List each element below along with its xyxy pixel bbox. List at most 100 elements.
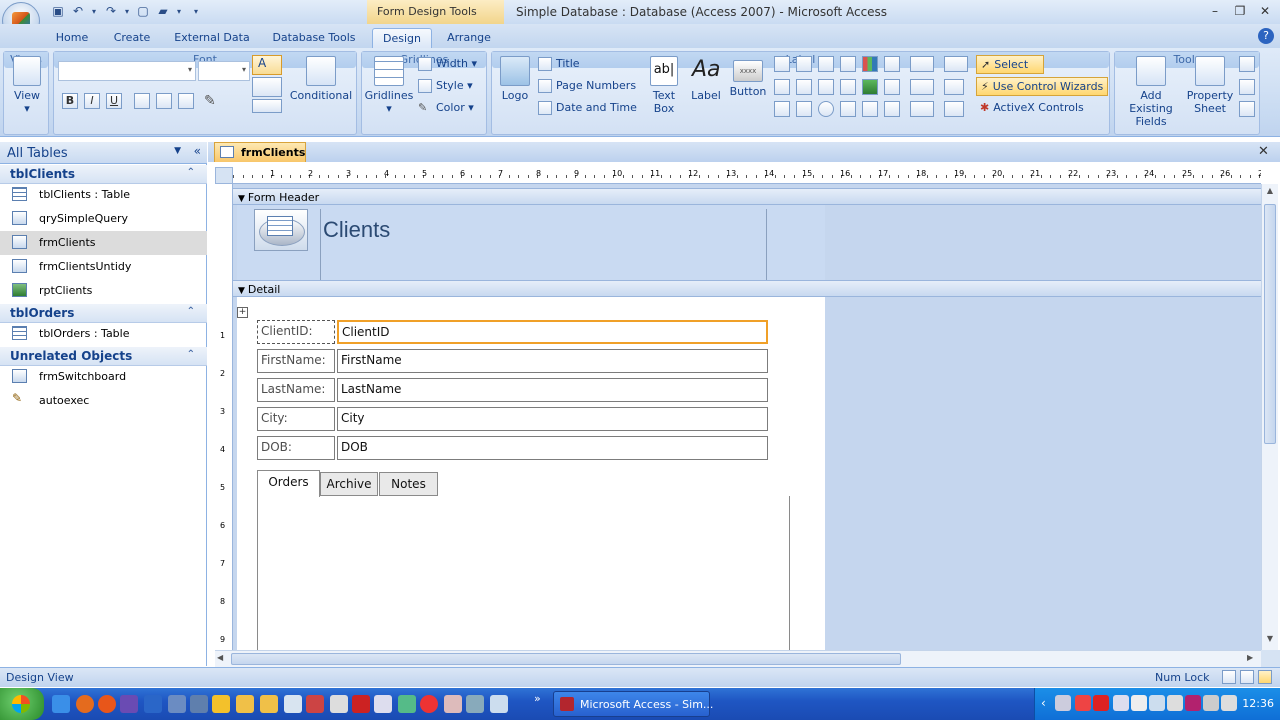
conditional-button[interactable]: Conditional <box>288 56 354 102</box>
network-tray-icon[interactable] <box>1203 695 1219 711</box>
date-time-button[interactable]: Date and Time <box>538 101 637 115</box>
chrome-icon[interactable] <box>420 695 438 713</box>
restore-button[interactable]: ❐ <box>1227 3 1253 19</box>
gridlines-button[interactable]: Gridlines ▾ <box>364 56 414 115</box>
align-left-button[interactable] <box>134 93 150 109</box>
tray-icon-1[interactable] <box>1055 695 1071 711</box>
tray-icon-7[interactable] <box>1185 695 1201 711</box>
text-box-button[interactable]: ab| Text Box <box>646 56 682 115</box>
scroll-left-icon[interactable]: ◀ <box>217 653 229 665</box>
line-color-button[interactable] <box>252 99 282 113</box>
visio-icon[interactable] <box>144 695 162 713</box>
underline-button[interactable]: U <box>106 93 122 109</box>
label-dob[interactable]: DOB: <box>257 436 335 460</box>
form-selector[interactable] <box>215 167 233 184</box>
folder-icon[interactable] <box>236 695 254 713</box>
star-icon[interactable] <box>212 695 230 713</box>
tray-icon-2[interactable] <box>1075 695 1091 711</box>
page-numbers-button[interactable]: Page Numbers <box>538 79 636 93</box>
tool-2-icon[interactable] <box>444 695 462 713</box>
nav-item-tblclients-table[interactable]: tblClients : Table <box>0 183 207 207</box>
align-center-button[interactable] <box>156 93 172 109</box>
open-dropdown-icon[interactable]: ▾ <box>171 7 187 23</box>
vertical-scrollbar[interactable]: ▲ ▼ <box>1261 184 1278 650</box>
bold-button[interactable]: B <box>62 93 78 109</box>
form-header-area[interactable]: Clients <box>237 205 825 280</box>
nav-item-qrysimplequery[interactable]: qrySimpleQuery <box>0 207 207 231</box>
minimize-button[interactable]: – <box>1202 3 1228 19</box>
insert-page-icon[interactable] <box>840 56 856 72</box>
tab-control-icon[interactable] <box>774 56 790 72</box>
label-lastname[interactable]: LastName: <box>257 378 335 402</box>
window-icon[interactable] <box>168 695 186 713</box>
font-color-button[interactable]: A <box>252 55 282 75</box>
use-control-wizards-button[interactable]: ⚡ Use Control Wizards <box>976 77 1108 96</box>
property-icon[interactable] <box>944 79 964 95</box>
tab-create[interactable]: Create <box>107 28 157 48</box>
collapse-icon[interactable]: ⌃ <box>187 349 195 360</box>
redo-dropdown-icon[interactable]: ▾ <box>119 7 135 23</box>
style-button[interactable]: Style ▾ <box>418 79 473 93</box>
subtab-orders[interactable]: Orders <box>257 470 320 497</box>
tab-database-tools[interactable]: Database Tools <box>266 28 362 48</box>
form-logo-image[interactable] <box>254 209 308 251</box>
tab-control-body[interactable] <box>257 496 790 650</box>
width-button[interactable]: Width ▾ <box>418 57 477 71</box>
nav-item-frmswitchboard[interactable]: frmSwitchboard <box>0 365 207 389</box>
nav-item-frmclientsuntidy[interactable]: frmClientsUntidy <box>0 255 207 279</box>
customize-qat-icon[interactable]: ▾ <box>188 7 204 23</box>
vertical-ruler[interactable]: 1 2 3 4 5 6 7 8 9 <box>215 184 233 650</box>
line-type-icon[interactable] <box>910 79 934 95</box>
nav-pane-header[interactable]: All Tables ▼ « <box>0 142 207 164</box>
list-box-icon[interactable] <box>774 79 790 95</box>
nav-group-tblorders[interactable]: tblOrders ⌃ <box>0 304 207 323</box>
tool-icon[interactable] <box>330 695 348 713</box>
label-button[interactable]: Aa Label <box>688 56 724 102</box>
new-file-icon[interactable]: ▢ <box>135 4 151 20</box>
redo-icon[interactable]: ↷ <box>103 4 119 20</box>
tab-design[interactable]: Design <box>372 28 432 48</box>
unbound-object-icon[interactable] <box>840 79 856 95</box>
tray-icon-5[interactable] <box>1149 695 1165 711</box>
horizontal-ruler[interactable]: 1 2 3 4 5 6 7 8 9 10 11 12 13 14 15 16 17 18 19 20 21 22 23 24 2… <box>233 167 1261 184</box>
line-color-icon[interactable] <box>910 101 934 117</box>
browser-icon[interactable] <box>98 695 116 713</box>
textbox-firstname[interactable]: FirstName <box>337 349 768 373</box>
layout-view-icon[interactable] <box>1240 670 1254 684</box>
rectangle-icon[interactable] <box>796 79 812 95</box>
vertical-scroll-thumb[interactable] <box>1264 204 1276 444</box>
tab-external-data[interactable]: External Data <box>168 28 256 48</box>
firefox-icon[interactable] <box>76 695 94 713</box>
fill-color-button[interactable] <box>252 77 282 97</box>
detail-section-bar[interactable]: ▼ Detail <box>233 280 1261 297</box>
subtab-notes[interactable]: Notes <box>379 472 438 496</box>
taskbar-item-access[interactable]: Microsoft Access - Sim... <box>553 691 713 717</box>
hyperlink-icon[interactable] <box>796 101 812 117</box>
tab-arrange[interactable]: Arrange <box>440 28 498 48</box>
network-icon[interactable] <box>398 695 416 713</box>
tray-icon-4[interactable] <box>1131 695 1147 711</box>
horizontal-scroll-thumb[interactable] <box>231 653 901 665</box>
property-sheet-button[interactable]: Property Sheet <box>1185 56 1235 115</box>
label-city[interactable]: City: <box>257 407 335 431</box>
form-view-icon[interactable] <box>1222 670 1236 684</box>
activex-controls-button[interactable]: ✱ ActiveX Controls <box>980 101 1084 114</box>
nav-item-frmclients[interactable]: frmClients <box>0 231 207 255</box>
horizontal-scrollbar[interactable]: ◀ ▶ <box>215 650 1261 667</box>
quicklaunch-more-icon[interactable]: » <box>534 692 541 705</box>
color-button[interactable]: ✎ Color ▾ <box>418 101 474 115</box>
toggle-icon[interactable] <box>818 56 834 72</box>
textbox-city[interactable]: City <box>337 407 768 431</box>
open-folder-icon[interactable]: ▰ <box>155 4 171 20</box>
app-icon[interactable] <box>190 695 208 713</box>
attachment-icon[interactable] <box>862 79 878 95</box>
scroll-right-icon[interactable]: ▶ <box>1247 653 1259 665</box>
document-icon[interactable] <box>284 695 302 713</box>
logo-button[interactable]: Logo <box>496 56 534 102</box>
shutter-bar-close-icon[interactable]: « <box>194 144 201 158</box>
settings-icon[interactable] <box>374 695 392 713</box>
tab-home[interactable]: Home <box>48 28 96 48</box>
folder-2-icon[interactable] <box>260 695 278 713</box>
tray-icon-6[interactable] <box>1167 695 1183 711</box>
image-icon[interactable] <box>862 101 878 117</box>
